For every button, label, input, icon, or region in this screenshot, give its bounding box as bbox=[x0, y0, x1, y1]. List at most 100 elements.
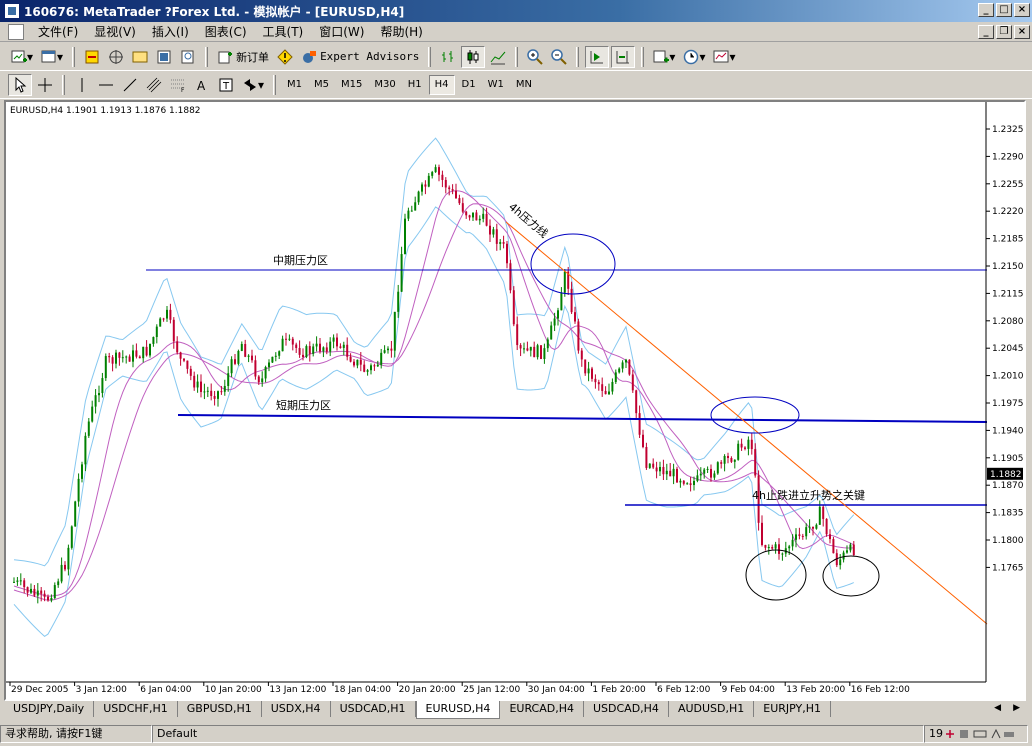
vertical-line-tool[interactable] bbox=[71, 74, 93, 96]
candle-body bbox=[543, 348, 546, 359]
chart-shift-button[interactable] bbox=[611, 45, 636, 68]
tab-scroll-left-icon[interactable]: ◀ bbox=[994, 703, 1001, 713]
candle-body bbox=[812, 526, 814, 529]
mdi-minimize-button[interactable]: _ bbox=[978, 25, 994, 39]
trendline-tool[interactable] bbox=[119, 74, 141, 96]
price-chart[interactable]: 中期压力区 短期压力区 4h压力线 4h止跌进立升势之关键 EURUSD,H4 … bbox=[6, 102, 1024, 699]
candle-body bbox=[373, 365, 376, 367]
templates-button[interactable]: ▾ bbox=[710, 46, 738, 68]
status-icons bbox=[946, 728, 1014, 739]
new-chart-button[interactable]: ▾ bbox=[8, 46, 36, 68]
candle-body bbox=[132, 350, 134, 362]
timeframe-m15[interactable]: M15 bbox=[336, 75, 367, 95]
price-tick-label: 1.2290 bbox=[992, 152, 1024, 162]
new-order-button[interactable]: 新订单 bbox=[214, 46, 272, 68]
horizontal-line-tool[interactable] bbox=[95, 74, 117, 96]
timeframe-m1[interactable]: M1 bbox=[282, 75, 307, 95]
cursor-tool[interactable] bbox=[8, 73, 32, 96]
minimize-button[interactable]: _ bbox=[978, 3, 994, 17]
candle-body bbox=[574, 312, 576, 322]
h4-resistance-trendline[interactable] bbox=[505, 221, 988, 625]
mdi-restore-button[interactable]: ❐ bbox=[996, 25, 1012, 39]
tab-eurjpy-h1[interactable]: EURJPY,H1 bbox=[754, 701, 832, 717]
candle-body bbox=[669, 470, 672, 477]
text-tool[interactable]: A bbox=[191, 74, 213, 96]
tab-eurcad-h4[interactable]: EURCAD,H4 bbox=[500, 701, 584, 717]
fibonacci-tool[interactable]: F bbox=[167, 74, 189, 96]
menu-help[interactable]: 帮助(H) bbox=[372, 23, 430, 40]
candle-body bbox=[356, 359, 359, 366]
timeframe-m5[interactable]: M5 bbox=[309, 75, 334, 95]
vertical-line-icon bbox=[81, 77, 83, 92]
tab-usdchf-h1[interactable]: USDCHF,H1 bbox=[94, 701, 178, 717]
candle-body bbox=[36, 590, 39, 596]
time-tick-label: 25 Jan 12:00 bbox=[463, 685, 520, 695]
navigator-button[interactable] bbox=[105, 46, 127, 68]
candle-body bbox=[499, 242, 502, 244]
terminal-button[interactable] bbox=[129, 46, 151, 68]
maximize-button[interactable]: □ bbox=[996, 3, 1012, 17]
alert-button[interactable] bbox=[274, 46, 296, 68]
candlestick-button[interactable] bbox=[461, 45, 486, 68]
close-button[interactable]: × bbox=[1014, 3, 1030, 17]
timeframe-h1[interactable]: H1 bbox=[403, 75, 427, 95]
time-tick-label: 20 Jan 20:00 bbox=[399, 685, 456, 695]
timeframe-h4[interactable]: H4 bbox=[428, 74, 455, 95]
profiles-button[interactable]: ▾ bbox=[38, 46, 66, 68]
status-bar: 寻求帮助, 请按F1键 Default 19 bbox=[0, 722, 1032, 746]
data-window-button[interactable] bbox=[153, 46, 175, 68]
auto-scroll-button[interactable] bbox=[585, 45, 610, 68]
expert-advisors-button[interactable]: Expert Advisors bbox=[298, 46, 422, 68]
tab-usdcad-h1[interactable]: USDCAD,H1 bbox=[331, 701, 416, 717]
arrows-tool[interactable]: ▾ bbox=[239, 74, 267, 96]
candle-body bbox=[94, 395, 97, 407]
chart-window[interactable]: 中期压力区 短期压力区 4h压力线 4h止跌进立升势之关键 EURUSD,H4 … bbox=[4, 100, 1026, 701]
candle-body bbox=[540, 345, 542, 359]
mid-resistance-label: 中期压力区 bbox=[273, 254, 328, 267]
resistance-ellipse-1[interactable] bbox=[530, 233, 616, 295]
menu-insert[interactable]: 插入(I) bbox=[144, 23, 197, 40]
line-chart-icon bbox=[491, 51, 506, 64]
menu-tools[interactable]: 工具(T) bbox=[255, 23, 312, 40]
tester-button[interactable] bbox=[177, 46, 199, 68]
bar-chart-button[interactable] bbox=[437, 46, 459, 68]
timeframe-mn[interactable]: MN bbox=[511, 75, 537, 95]
mdi-close-button[interactable]: × bbox=[1014, 25, 1030, 39]
channel-tool[interactable] bbox=[143, 74, 165, 96]
menu-window[interactable]: 窗口(W) bbox=[311, 23, 372, 40]
candle-body bbox=[336, 337, 338, 347]
candle-body bbox=[645, 447, 648, 468]
title-bar[interactable]: 160676: MetaTrader ?Forex Ltd. - 模拟帐户 - … bbox=[0, 0, 1032, 22]
menu-charts[interactable]: 图表(C) bbox=[197, 23, 255, 40]
timeframe-m30[interactable]: M30 bbox=[369, 75, 400, 95]
menu-file[interactable]: 文件(F) bbox=[30, 23, 86, 40]
support-ellipse-1[interactable] bbox=[745, 549, 807, 601]
moving-average-fast bbox=[13, 190, 855, 597]
tab-usdx-h4[interactable]: USDX,H4 bbox=[262, 701, 331, 717]
timeframe-d1[interactable]: D1 bbox=[457, 75, 481, 95]
tab-gbpusd-h1[interactable]: GBPUSD,H1 bbox=[178, 701, 262, 717]
short-resistance-line[interactable] bbox=[177, 414, 988, 423]
candle-body bbox=[560, 292, 563, 311]
candle-body bbox=[679, 480, 682, 483]
tab-usdjpy-daily[interactable]: USDJPY,Daily bbox=[4, 701, 95, 717]
support-ellipse-2[interactable] bbox=[822, 555, 880, 597]
tab-eurusd-h4[interactable]: EURUSD,H4 bbox=[415, 701, 501, 719]
candle-body bbox=[798, 534, 801, 536]
crosshair-tool[interactable] bbox=[34, 74, 56, 96]
zoom-in-button[interactable] bbox=[524, 46, 546, 68]
resistance-ellipse-2[interactable] bbox=[710, 396, 800, 434]
timeframe-w1[interactable]: W1 bbox=[483, 75, 509, 95]
indicators-button[interactable]: ▾ bbox=[650, 46, 678, 68]
tab-scroll-right-icon[interactable]: ▶ bbox=[1013, 703, 1020, 713]
tab-usdcad-h4[interactable]: USDCAD,H4 bbox=[584, 701, 669, 717]
market-watch-button[interactable] bbox=[81, 46, 103, 68]
periods-button[interactable]: ▾ bbox=[680, 46, 708, 68]
menu-view[interactable]: 显视(V) bbox=[86, 23, 144, 40]
tab-audusd-h1[interactable]: AUDUSD,H1 bbox=[669, 701, 755, 717]
candle-body bbox=[230, 359, 233, 374]
line-chart-button[interactable] bbox=[487, 46, 509, 68]
candle-body bbox=[733, 459, 736, 462]
zoom-out-button[interactable] bbox=[548, 46, 570, 68]
text-label-tool[interactable]: T bbox=[215, 74, 237, 96]
